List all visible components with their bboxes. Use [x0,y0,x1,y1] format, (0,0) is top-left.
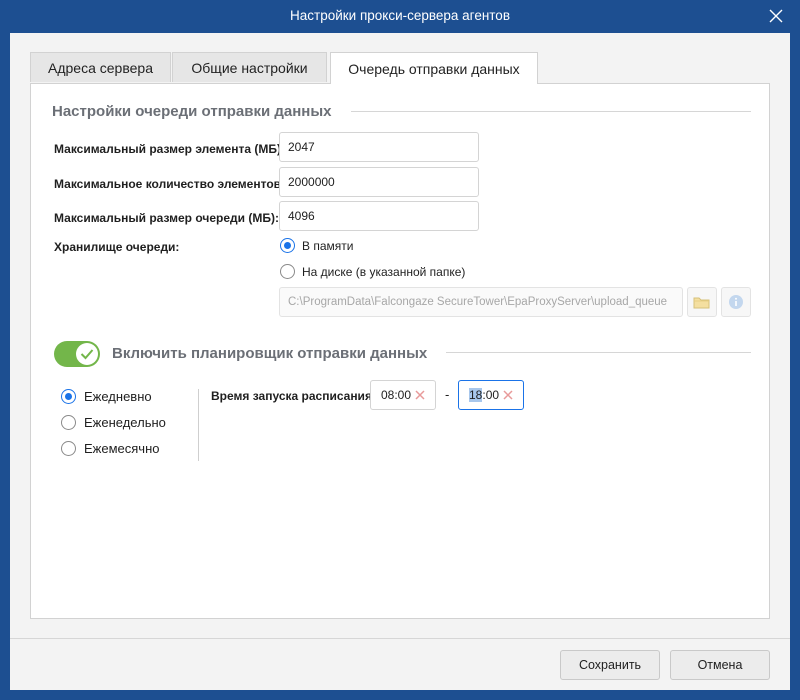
tab-panel: Настройки очереди отправки данных Максим… [30,83,770,619]
storage-disk-radio[interactable]: На диске (в указанной папке) [280,264,465,279]
radio-dot [61,415,76,430]
vertical-divider [198,389,199,461]
radio-label: Ежемесячно [84,441,160,456]
max-items-input[interactable] [279,167,479,197]
radio-label: Ежедневно [84,389,152,404]
close-icon[interactable] [766,6,786,26]
frequency-monthly-radio[interactable]: Ежемесячно [61,441,160,456]
toggle-knob [76,343,98,365]
tab-server-addresses[interactable]: Адреса сервера [30,52,171,82]
browse-folder-button[interactable] [687,287,717,317]
folder-icon [693,297,710,309]
max-queue-size-input[interactable] [279,201,479,231]
radio-dot [280,238,295,253]
title-bar: Настройки прокси-сервера агентов [0,0,800,33]
cancel-button[interactable]: Отмена [670,650,770,680]
end-time-hours: 18 [469,388,483,402]
radio-dot [61,389,76,404]
max-queue-size-label: Максимальный размер очереди (МБ): [54,211,279,225]
clear-icon[interactable] [501,388,515,402]
tab-label: Общие настройки [191,59,308,76]
window-title: Настройки прокси-сервера агентов [290,8,510,23]
dialog-body: Адреса сервера Общие настройки Очередь о… [10,33,790,690]
max-item-size-input[interactable] [279,132,479,162]
radio-label: В памяти [302,238,354,253]
radio-dot [280,264,295,279]
time-range-separator: - [445,387,450,402]
tab-data-queue[interactable]: Очередь отправки данных [330,52,538,84]
frequency-weekly-radio[interactable]: Еженедельно [61,415,166,430]
radio-label: На диске (в указанной папке) [302,264,466,279]
scheduler-toggle[interactable] [54,341,100,367]
end-time-value: 18:00 [469,388,499,402]
footer-divider [10,638,790,639]
section-divider [351,111,751,112]
end-time-input[interactable]: 18:00 [458,380,524,410]
tab-label: Адреса сервера [48,59,153,76]
queue-storage-label: Хранилище очереди: [54,240,180,254]
end-time-minutes: :00 [482,388,500,402]
save-button[interactable]: Сохранить [560,650,660,680]
section-divider [446,352,751,353]
max-items-label: Максимальное количество элементов: [54,177,286,191]
tab-general-settings[interactable]: Общие настройки [172,52,327,82]
max-item-size-label: Максимальный размер элемента (МБ): [54,142,285,156]
start-time-value: 08:00 [381,388,412,402]
schedule-time-label: Время запуска расписания: [211,389,376,403]
radio-dot [61,441,76,456]
scheduler-section-title: Включить планировщик отправки данных [112,345,428,362]
dialog-window: Настройки прокси-сервера агентов Адреса … [0,0,800,700]
tab-label: Очередь отправки данных [348,60,520,77]
queue-section-title: Настройки очереди отправки данных [52,103,332,120]
info-button[interactable] [721,287,751,317]
info-icon [729,295,743,309]
start-time-input[interactable]: 08:00 [370,380,436,410]
clear-icon[interactable] [413,388,427,402]
frequency-daily-radio[interactable]: Ежедневно [61,389,152,404]
check-icon [80,349,94,360]
queue-folder-path-input[interactable] [279,287,683,317]
radio-label: Еженедельно [84,415,166,430]
storage-memory-radio[interactable]: В памяти [280,238,353,253]
